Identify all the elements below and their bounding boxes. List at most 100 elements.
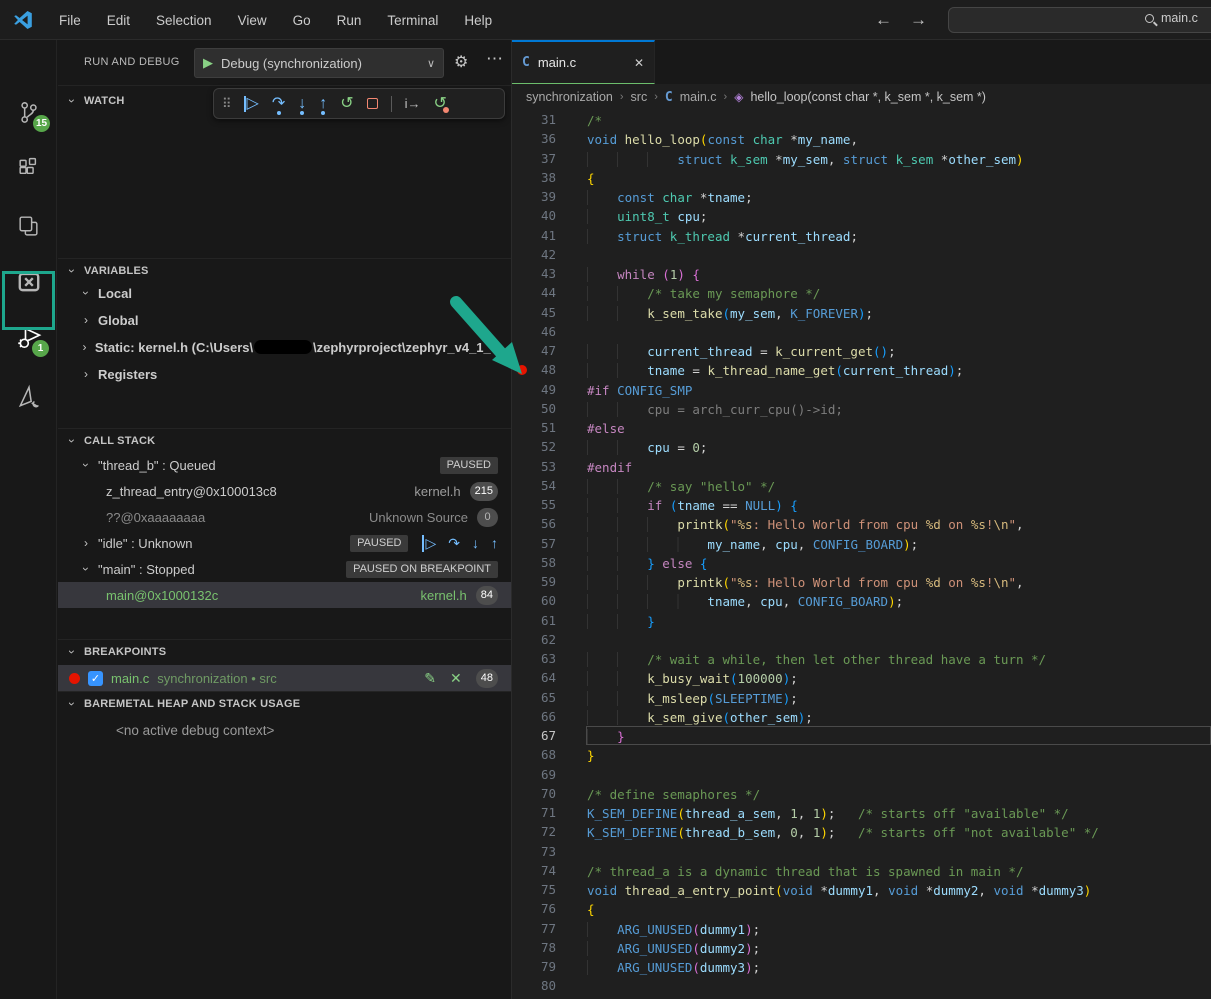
code-line-48[interactable]: 48 tname = k_thread_name_get(current_thr… bbox=[512, 360, 1211, 379]
sidebar-item-source-control[interactable]: 15 bbox=[0, 88, 57, 138]
reset-device-button[interactable]: ↺ bbox=[434, 96, 447, 112]
breakpoint-row[interactable]: ✓ main.c synchronization • src ✎ ✕ 48 bbox=[58, 665, 511, 691]
thread-row-main[interactable]: › "main" : Stopped PAUSED ON BREAKPOINT bbox=[58, 556, 511, 582]
code-line-66[interactable]: 66 k_sem_give(other_sem); bbox=[512, 707, 1211, 726]
code-line-75[interactable]: 75void thread_a_entry_point(void *dummy1… bbox=[512, 880, 1211, 899]
code-line-39[interactable]: 39 const char *tname; bbox=[512, 187, 1211, 206]
tab-main-c[interactable]: C main.c ✕ bbox=[512, 40, 655, 84]
code-line-61[interactable]: 61 } bbox=[512, 611, 1211, 630]
code-line-65[interactable]: 65 k_msleep(SLEEPTIME); bbox=[512, 688, 1211, 707]
code-line-78[interactable]: 78 ARG_UNUSED(dummy2); bbox=[512, 938, 1211, 957]
step-over-icon[interactable]: ↷ bbox=[448, 535, 460, 552]
drag-handle-icon[interactable]: ⠿ bbox=[222, 97, 231, 110]
menu-item-view[interactable]: View bbox=[225, 7, 280, 34]
code-line-31[interactable]: 31/* bbox=[512, 110, 1211, 129]
code-line-36[interactable]: 36void hello_loop(const char *my_name, bbox=[512, 129, 1211, 148]
code-line-67[interactable]: 67 } bbox=[512, 726, 1211, 745]
code-line-64[interactable]: 64 k_busy_wait(100000); bbox=[512, 668, 1211, 687]
stop-button[interactable] bbox=[367, 98, 378, 109]
code-line-62[interactable]: 62 bbox=[512, 630, 1211, 649]
thread-row-thread-b[interactable]: › "thread_b" : Queued PAUSED bbox=[58, 452, 511, 478]
code-line-50[interactable]: 50 cpu = arch_curr_cpu()->id; bbox=[512, 399, 1211, 418]
code-line-42[interactable]: 42 bbox=[512, 245, 1211, 264]
launch-config-dropdown[interactable]: ▶ Debug (synchronization) ∨ bbox=[194, 48, 444, 78]
nav-back-icon[interactable]: ← bbox=[875, 10, 892, 30]
code-line-41[interactable]: 41 struct k_thread *current_thread; bbox=[512, 226, 1211, 245]
code-line-52[interactable]: 52 cpu = 0; bbox=[512, 437, 1211, 456]
code-line-56[interactable]: 56 printk("%s: Hello World from cpu %d o… bbox=[512, 514, 1211, 533]
variables-scope-global[interactable]: › Global bbox=[58, 307, 511, 333]
code-line-69[interactable]: 69 bbox=[512, 765, 1211, 784]
code-line-59[interactable]: 59 printk("%s: Hello World from cpu %d o… bbox=[512, 572, 1211, 591]
menu-item-edit[interactable]: Edit bbox=[94, 7, 143, 34]
code-line-79[interactable]: 79 ARG_UNUSED(dummy3); bbox=[512, 957, 1211, 976]
sidebar-item-cmake[interactable] bbox=[0, 372, 57, 422]
gear-icon[interactable]: ⚙ bbox=[454, 52, 468, 72]
menu-item-help[interactable]: Help bbox=[451, 7, 505, 34]
menu-item-selection[interactable]: Selection bbox=[143, 7, 225, 34]
stack-frame-row-selected[interactable]: main@0x1000132c kernel.h 84 bbox=[58, 582, 511, 608]
code-line-44[interactable]: 44 /* take my semaphore */ bbox=[512, 283, 1211, 302]
step-out-button[interactable]: ↑ bbox=[319, 96, 327, 112]
menu-item-run[interactable]: Run bbox=[324, 7, 375, 34]
section-breakpoints[interactable]: › BREAKPOINTS bbox=[58, 639, 511, 664]
code-line-54[interactable]: 54 /* say "hello" */ bbox=[512, 476, 1211, 495]
stack-frame-row[interactable]: ??@0xaaaaaaaa Unknown Source 0 bbox=[58, 504, 511, 530]
code-line-68[interactable]: 68} bbox=[512, 745, 1211, 764]
code-line-80[interactable]: 80 bbox=[512, 976, 1211, 995]
code-line-46[interactable]: 46 bbox=[512, 322, 1211, 341]
code-line-49[interactable]: 49#if CONFIG_SMP bbox=[512, 380, 1211, 399]
breadcrumb-symbol[interactable]: hello_loop(const char *, k_sem *, k_sem … bbox=[750, 90, 986, 104]
start-debug-icon[interactable]: ▶ bbox=[203, 55, 213, 71]
code-lines[interactable]: 31/*36void hello_loop(const char *my_nam… bbox=[512, 110, 1211, 999]
code-line-77[interactable]: 77 ARG_UNUSED(dummy1); bbox=[512, 919, 1211, 938]
restart-button[interactable]: ↺ bbox=[340, 96, 353, 112]
menu-item-file[interactable]: File bbox=[46, 7, 94, 34]
breadcrumb-subfolder[interactable]: src bbox=[631, 90, 648, 104]
breadcrumb-folder[interactable]: synchronization bbox=[526, 90, 613, 104]
code-line-53[interactable]: 53#endif bbox=[512, 457, 1211, 476]
code-line-38[interactable]: 38{ bbox=[512, 168, 1211, 187]
disassembly-button[interactable]: i→ bbox=[405, 97, 421, 110]
command-center-search[interactable]: main.c bbox=[948, 7, 1211, 33]
section-call-stack[interactable]: › CALL STACK bbox=[58, 428, 511, 453]
code-line-81[interactable]: 81 /* invoke routine to ping-pong hello … bbox=[512, 996, 1211, 999]
step-out-icon[interactable]: ↑ bbox=[491, 535, 498, 552]
remove-breakpoint-icon[interactable]: ✕ bbox=[450, 670, 462, 687]
step-over-button[interactable]: ↷ bbox=[272, 96, 285, 112]
code-line-70[interactable]: 70/* define semaphores */ bbox=[512, 784, 1211, 803]
code-line-73[interactable]: 73 bbox=[512, 842, 1211, 861]
edit-breakpoint-icon[interactable]: ✎ bbox=[424, 670, 436, 687]
breakpoint-checkbox[interactable]: ✓ bbox=[88, 671, 103, 686]
code-line-37[interactable]: 37 struct k_sem *my_sem, struct k_sem *o… bbox=[512, 149, 1211, 168]
breadcrumb-file[interactable]: main.c bbox=[680, 90, 717, 104]
code-line-55[interactable]: 55 if (tname == NULL) { bbox=[512, 495, 1211, 514]
more-actions-icon[interactable]: ⋯ bbox=[486, 49, 503, 69]
code-line-43[interactable]: 43 while (1) { bbox=[512, 264, 1211, 283]
code-line-60[interactable]: 60 tname, cpu, CONFIG_BOARD); bbox=[512, 591, 1211, 610]
code-line-58[interactable]: 58 } else { bbox=[512, 553, 1211, 572]
variables-scope-local[interactable]: › Local bbox=[58, 280, 511, 306]
code-line-71[interactable]: 71K_SEM_DEFINE(thread_a_sem, 1, 1); /* s… bbox=[512, 803, 1211, 822]
step-into-icon[interactable]: ↓ bbox=[472, 535, 479, 552]
continue-icon[interactable]: ▷ bbox=[422, 535, 436, 552]
code-line-72[interactable]: 72K_SEM_DEFINE(thread_b_sem, 0, 1); /* s… bbox=[512, 822, 1211, 841]
continue-button[interactable]: ▷ bbox=[244, 96, 259, 112]
code-line-57[interactable]: 57 my_name, cpu, CONFIG_BOARD); bbox=[512, 534, 1211, 553]
variables-scope-static[interactable]: › Static: kernel.h (C:\Users\\zephyrproj… bbox=[58, 334, 511, 360]
code-line-51[interactable]: 51#else bbox=[512, 418, 1211, 437]
sidebar-item-pages[interactable] bbox=[0, 200, 57, 250]
code-line-74[interactable]: 74/* thread_a is a dynamic thread that i… bbox=[512, 861, 1211, 880]
code-line-47[interactable]: 47 current_thread = k_current_get(); bbox=[512, 341, 1211, 360]
sidebar-item-extensions[interactable] bbox=[0, 143, 57, 193]
stack-frame-row[interactable]: z_thread_entry@0x100013c8 kernel.h 215 bbox=[58, 478, 511, 504]
code-line-76[interactable]: 76{ bbox=[512, 899, 1211, 918]
thread-row-idle[interactable]: › "idle" : Unknown PAUSED ▷ ↷ ↓ ↑ bbox=[58, 530, 511, 556]
menu-item-terminal[interactable]: Terminal bbox=[374, 7, 451, 34]
code-line-45[interactable]: 45 k_sem_take(my_sem, K_FOREVER); bbox=[512, 303, 1211, 322]
code-line-40[interactable]: 40 uint8_t cpu; bbox=[512, 206, 1211, 225]
nav-forward-icon[interactable]: → bbox=[910, 10, 927, 30]
section-baremetal[interactable]: › BAREMETAL HEAP AND STACK USAGE bbox=[58, 691, 511, 716]
step-into-button[interactable]: ↓ bbox=[298, 96, 306, 112]
variables-scope-registers[interactable]: › Registers bbox=[58, 361, 511, 387]
